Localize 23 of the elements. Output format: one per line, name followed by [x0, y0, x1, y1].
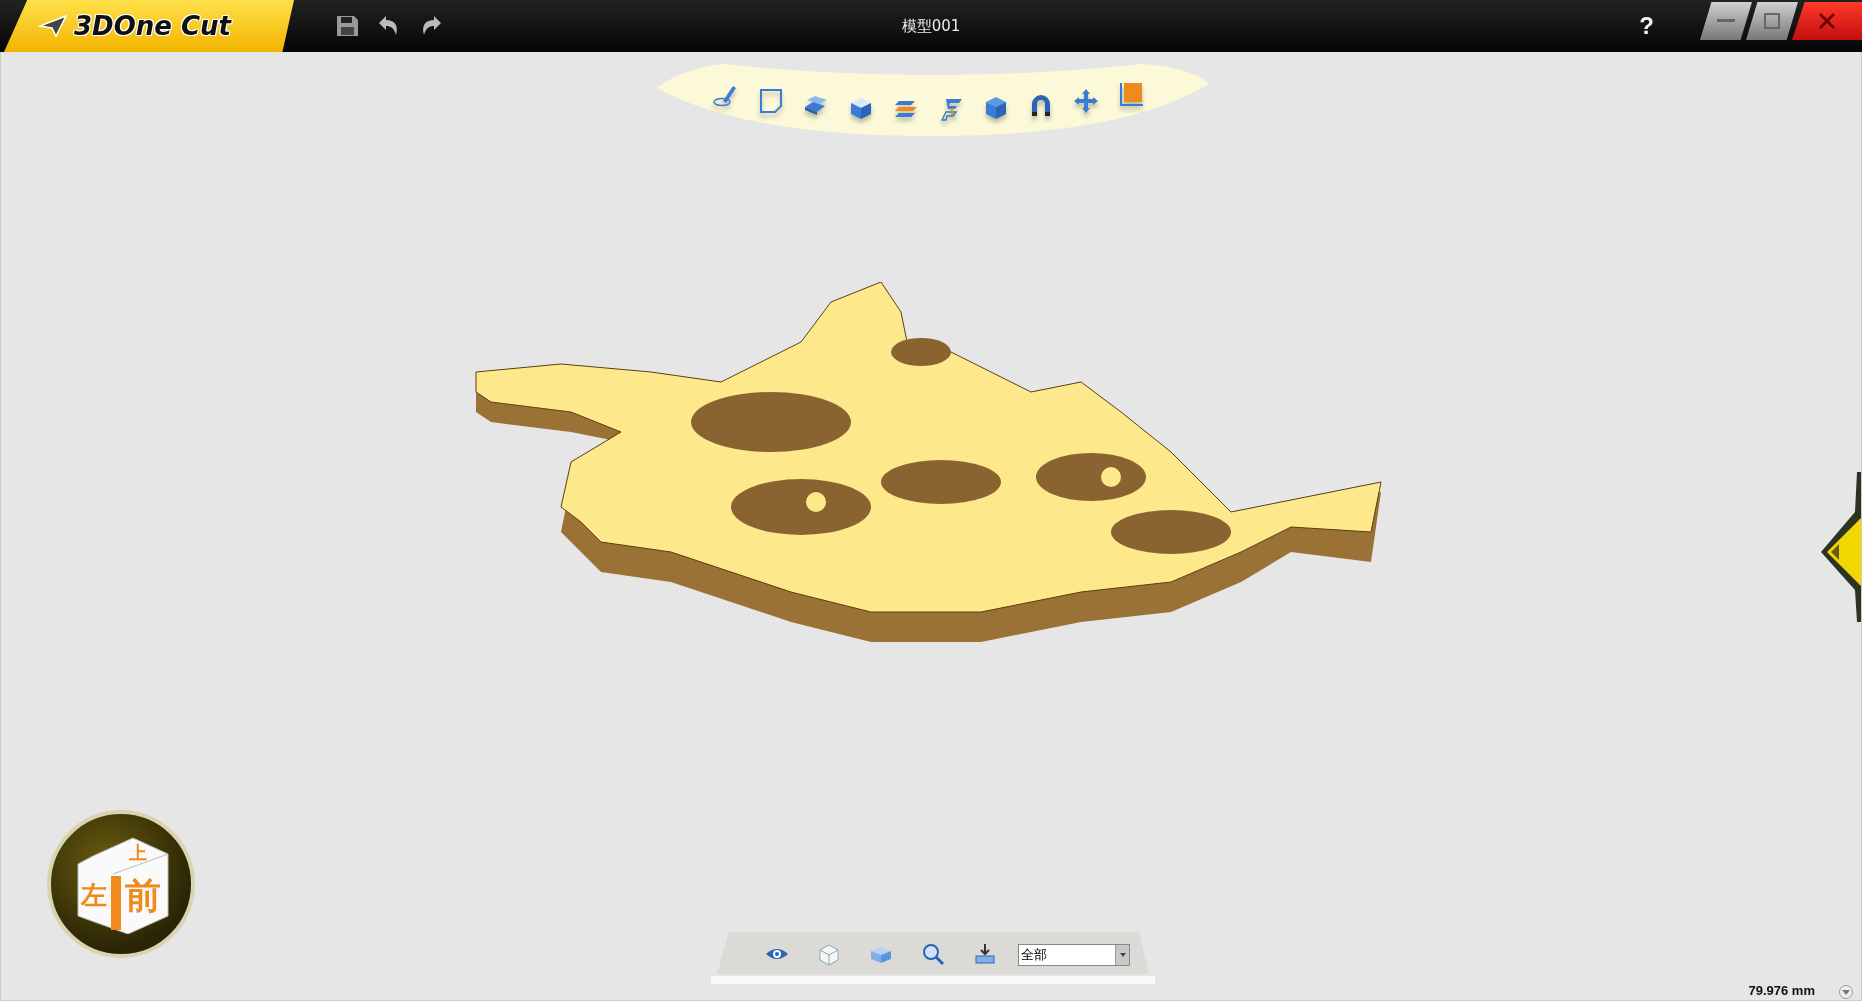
app-logo-text: 3DOne Cut: [74, 11, 231, 41]
dropdown-arrow-button[interactable]: [1839, 985, 1853, 999]
help-button[interactable]: ?: [1639, 12, 1654, 40]
filter-dropdown-value: 全部: [1020, 946, 1048, 964]
cube-face-label: 左: [81, 882, 107, 908]
paper-plane-icon: [38, 14, 68, 38]
caret-icon: [1842, 989, 1850, 995]
3d-viewport[interactable]: 上 左 前 全部 79.976 mm: [0, 52, 1862, 1001]
save-button[interactable]: [334, 13, 360, 39]
minimize-button[interactable]: [1700, 2, 1752, 40]
cube-face-label: 前: [125, 878, 161, 914]
close-icon: [1817, 11, 1837, 31]
close-button[interactable]: [1792, 2, 1862, 40]
window-title: 模型001: [901, 16, 961, 36]
dropdown-arrow-button[interactable]: [1115, 945, 1129, 965]
cube-face-label: 上: [129, 844, 147, 862]
zoom-icon[interactable]: [920, 942, 946, 968]
dimension-readout: 79.976 mm: [1748, 983, 1815, 998]
maximize-icon: [1764, 13, 1780, 29]
filter-dropdown[interactable]: 全部: [1018, 944, 1130, 966]
minimize-icon: [1717, 19, 1735, 23]
maximize-button[interactable]: [1746, 2, 1798, 40]
caret-icon: [1119, 953, 1126, 957]
